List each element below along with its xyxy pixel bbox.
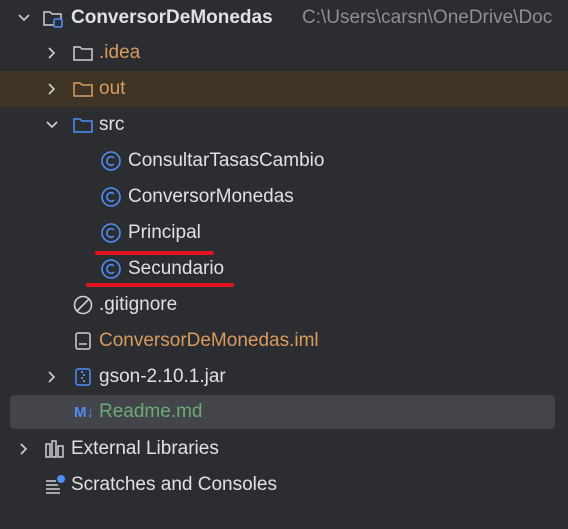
jar-archive-icon xyxy=(72,366,94,388)
java-class-icon xyxy=(100,258,122,280)
tree-label: ConsultarTasasCambio xyxy=(128,150,325,171)
java-class-icon xyxy=(100,222,122,244)
tree-row-class[interactable]: Principal xyxy=(0,215,568,251)
ignore-file-icon xyxy=(72,294,94,316)
tree-row-selected[interactable]: M↓ Readme.md xyxy=(10,395,555,429)
tree-label: ConversorMonedas xyxy=(128,186,294,207)
tree-row-idea[interactable]: .idea xyxy=(0,35,568,71)
tree-row-class[interactable]: Secundario xyxy=(0,251,568,287)
tree-row-file[interactable]: .gitignore xyxy=(0,287,568,323)
tree-label: out xyxy=(99,78,126,99)
tree-label: External Libraries xyxy=(71,438,219,459)
chevron-right-icon[interactable] xyxy=(17,442,31,456)
chevron-right-icon[interactable] xyxy=(45,46,59,60)
tree-label: Secundario xyxy=(128,258,225,279)
tree-row-external-libraries[interactable]: External Libraries xyxy=(0,431,568,467)
tree-row-scratches[interactable]: Scratches and Consoles xyxy=(0,467,568,503)
project-tree: ConversorDeMonedas C:\Users\carsn\OneDri… xyxy=(0,0,568,529)
chevron-down-icon[interactable] xyxy=(17,11,31,25)
libraries-icon xyxy=(44,438,66,460)
project-path: C:\Users\carsn\OneDrive\Doc xyxy=(302,7,553,28)
java-class-icon xyxy=(100,186,122,208)
tree-label: Readme.md xyxy=(99,401,203,422)
folder-icon xyxy=(72,42,94,64)
excluded-folder-icon xyxy=(72,78,94,100)
java-class-icon xyxy=(100,150,122,172)
tree-label: ConversorDeMonedas.iml xyxy=(99,330,319,351)
tree-row-out[interactable]: out xyxy=(0,71,568,107)
chevron-right-icon[interactable] xyxy=(45,82,59,96)
tree-label: .idea xyxy=(99,42,141,63)
tree-label: gson-2.10.1.jar xyxy=(99,366,226,387)
tree-label: Principal xyxy=(128,222,201,243)
chevron-down-icon[interactable] xyxy=(45,118,59,132)
iml-file-icon xyxy=(72,330,94,352)
tree-row-class[interactable]: ConversorMonedas xyxy=(0,179,568,215)
markdown-icon: M↓ xyxy=(74,403,94,421)
tree-label: Scratches and Consoles xyxy=(71,474,277,495)
tree-row-jar[interactable]: gson-2.10.1.jar xyxy=(0,359,568,395)
tree-row-project-root[interactable]: ConversorDeMonedas C:\Users\carsn\OneDri… xyxy=(0,0,568,36)
module-folder-icon xyxy=(42,7,64,29)
tree-label: .gitignore xyxy=(99,294,178,315)
tree-row-class[interactable]: ConsultarTasasCambio xyxy=(0,143,568,179)
scratches-icon xyxy=(44,474,66,496)
source-folder-icon xyxy=(72,114,94,136)
tree-row-src[interactable]: src xyxy=(0,107,568,143)
tree-row-file[interactable]: ConversorDeMonedas.iml xyxy=(0,323,568,359)
project-name: ConversorDeMonedas xyxy=(71,7,273,28)
chevron-right-icon[interactable] xyxy=(45,370,59,384)
tree-label: src xyxy=(99,114,125,135)
